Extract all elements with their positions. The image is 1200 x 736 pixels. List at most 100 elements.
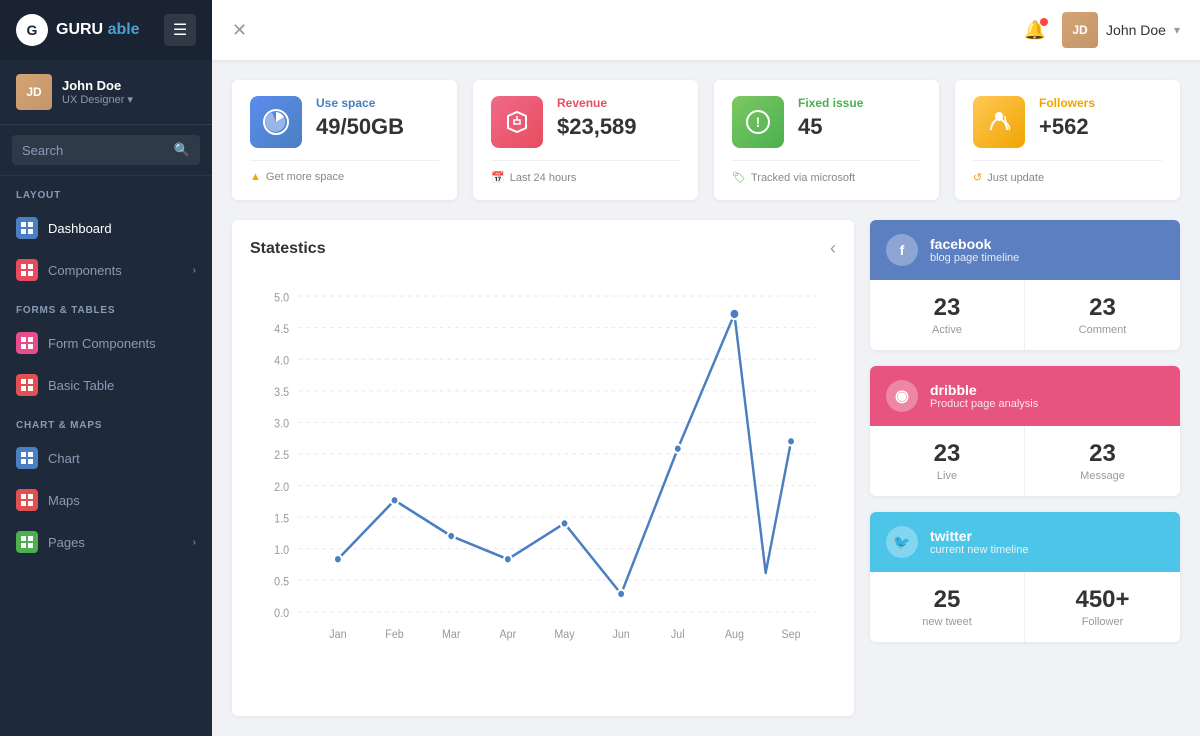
svg-text:May: May xyxy=(554,629,575,641)
sidebar-header: G GURU able ☰ xyxy=(0,0,212,60)
chevron-right-icon: › xyxy=(193,265,196,276)
sidebar-item-label: Maps xyxy=(48,493,80,508)
stat-info: Fixed issue 45 xyxy=(798,96,863,140)
svg-text:5.0: 5.0 xyxy=(274,292,289,304)
nav-section-layout: Layout Dashboard Components › xyxy=(0,176,212,291)
sidebar-item-label: Components xyxy=(48,263,122,278)
refresh-icon: ↺ xyxy=(973,171,982,184)
dribble-name: dribble xyxy=(930,382,1038,398)
svg-text:Jan: Jan xyxy=(329,629,346,641)
facebook-subtitle: blog page timeline xyxy=(930,252,1019,264)
sidebar-item-label: Basic Table xyxy=(48,378,114,393)
basic-table-icon xyxy=(16,374,38,396)
twitter-info: twitter current new timeline xyxy=(930,528,1028,556)
stat-footer: 📅 Last 24 hours xyxy=(491,160,680,184)
pages-icon xyxy=(16,531,38,553)
search-box: 🔍 xyxy=(12,135,200,165)
components-icon xyxy=(16,259,38,281)
stat-card-top: ! Fixed issue 45 xyxy=(732,96,921,148)
stat-cards: Use space 49/50GB ▲ Get more space Reven… xyxy=(232,80,1180,200)
sidebar-item-basic-table[interactable]: Basic Table xyxy=(0,364,212,406)
twitter-tweet-value: 25 xyxy=(886,586,1008,614)
stat-footer-text: Tracked via microsoft xyxy=(751,172,855,184)
svg-text:Jun: Jun xyxy=(612,629,629,641)
logo: G GURU able xyxy=(16,14,140,46)
bottom-section: Statestics ‹ xyxy=(232,220,1180,716)
statistics-chart-card: Statestics ‹ xyxy=(232,220,854,716)
search-input[interactable] xyxy=(22,143,168,158)
dribble-live-value: 23 xyxy=(886,440,1008,468)
dribble-live-stat: 23 Live xyxy=(870,426,1025,496)
svg-text:3.0: 3.0 xyxy=(274,418,289,430)
stat-card-followers: Followers +562 ↺ Just update xyxy=(955,80,1180,200)
user-name: John Doe xyxy=(62,78,196,93)
user-menu-button[interactable]: JD John Doe ▾ xyxy=(1062,12,1180,48)
sidebar-item-pages[interactable]: Pages › xyxy=(0,521,212,563)
twitter-follower-label: Follower xyxy=(1041,616,1164,628)
maps-icon xyxy=(16,489,38,511)
stat-card-top: Revenue $23,589 xyxy=(491,96,680,148)
svg-text:2.5: 2.5 xyxy=(274,450,289,462)
stat-footer: ▲ Get more space xyxy=(250,160,439,183)
svg-text:1.5: 1.5 xyxy=(274,513,289,525)
notification-button[interactable]: 🔔 xyxy=(1024,20,1046,41)
stat-value: 45 xyxy=(798,114,863,140)
facebook-active-stat: 23 Active xyxy=(870,280,1025,350)
facebook-active-value: 23 xyxy=(886,294,1008,322)
sidebar-item-label: Chart xyxy=(48,451,80,466)
social-card-dribble: ◉ dribble Product page analysis 23 Live … xyxy=(870,366,1180,496)
stat-info: Use space 49/50GB xyxy=(316,96,404,140)
stat-footer: ↺ Just update xyxy=(973,160,1162,184)
stat-label: Revenue xyxy=(557,96,637,110)
logo-icon: G xyxy=(16,14,48,46)
avatar: JD xyxy=(16,74,52,110)
nav-section-forms-tables: Forms & Tables Form Components Basic Tab… xyxy=(0,291,212,406)
facebook-stats: 23 Active 23 Comment xyxy=(870,280,1180,350)
chart-collapse-button[interactable]: ‹ xyxy=(830,238,836,259)
sidebar-item-components[interactable]: Components › xyxy=(0,249,212,291)
sidebar-item-chart[interactable]: Chart xyxy=(0,437,212,479)
facebook-info: facebook blog page timeline xyxy=(930,236,1019,264)
nav-section-label-chart: Chart & Maps xyxy=(0,406,212,437)
nav-section-chart-maps: Chart & Maps Chart Maps Pages › xyxy=(0,406,212,563)
svg-text:Sep: Sep xyxy=(782,629,801,641)
facebook-icon: f xyxy=(886,234,918,266)
close-icon[interactable]: ✕ xyxy=(232,20,247,41)
use-space-icon xyxy=(250,96,302,148)
menu-toggle-button[interactable]: ☰ xyxy=(164,14,196,46)
dribble-message-value: 23 xyxy=(1041,440,1164,468)
search-area: 🔍 xyxy=(0,125,212,176)
stat-footer-text: Last 24 hours xyxy=(510,172,577,184)
dribble-subtitle: Product page analysis xyxy=(930,398,1038,410)
topbar-avatar: JD xyxy=(1062,12,1098,48)
user-area: JD John Doe UX Designer ▾ xyxy=(0,60,212,125)
svg-text:1.0: 1.0 xyxy=(274,545,289,557)
stat-value: $23,589 xyxy=(557,114,637,140)
twitter-tweet-label: new tweet xyxy=(886,616,1008,628)
stat-card-top: Use space 49/50GB xyxy=(250,96,439,148)
stat-footer-text: Get more space xyxy=(266,171,344,183)
facebook-comment-stat: 23 Comment xyxy=(1025,280,1180,350)
revenue-icon xyxy=(491,96,543,148)
social-card-twitter: 🐦 twitter current new timeline 25 new tw… xyxy=(870,512,1180,642)
svg-text:0.0: 0.0 xyxy=(274,608,289,620)
sidebar-item-form-components[interactable]: Form Components xyxy=(0,322,212,364)
twitter-icon: 🐦 xyxy=(886,526,918,558)
svg-text:Feb: Feb xyxy=(385,629,404,641)
dashboard-icon xyxy=(16,217,38,239)
stat-info: Revenue $23,589 xyxy=(557,96,637,140)
twitter-follower-value: 450+ xyxy=(1041,586,1164,614)
chevron-down-icon: ▾ xyxy=(127,93,133,106)
twitter-subtitle: current new timeline xyxy=(930,544,1028,556)
sidebar-item-dashboard[interactable]: Dashboard xyxy=(0,207,212,249)
sidebar-item-label: Pages xyxy=(48,535,85,550)
sidebar-item-maps[interactable]: Maps xyxy=(0,479,212,521)
logo-text: GURU able xyxy=(56,21,140,39)
chart-area: 0.0 0.5 1.0 1.5 2.0 2.5 3.0 3.5 4.0 4.5 … xyxy=(250,275,836,675)
main-content: ✕ 🔔 JD John Doe ▾ U xyxy=(212,0,1200,736)
topbar-left: ✕ xyxy=(232,20,247,41)
topbar: ✕ 🔔 JD John Doe ▾ xyxy=(212,0,1200,60)
stat-info: Followers +562 xyxy=(1039,96,1095,140)
social-card-facebook: f facebook blog page timeline 23 Active … xyxy=(870,220,1180,350)
tag-icon: 🏷 xyxy=(732,171,746,184)
